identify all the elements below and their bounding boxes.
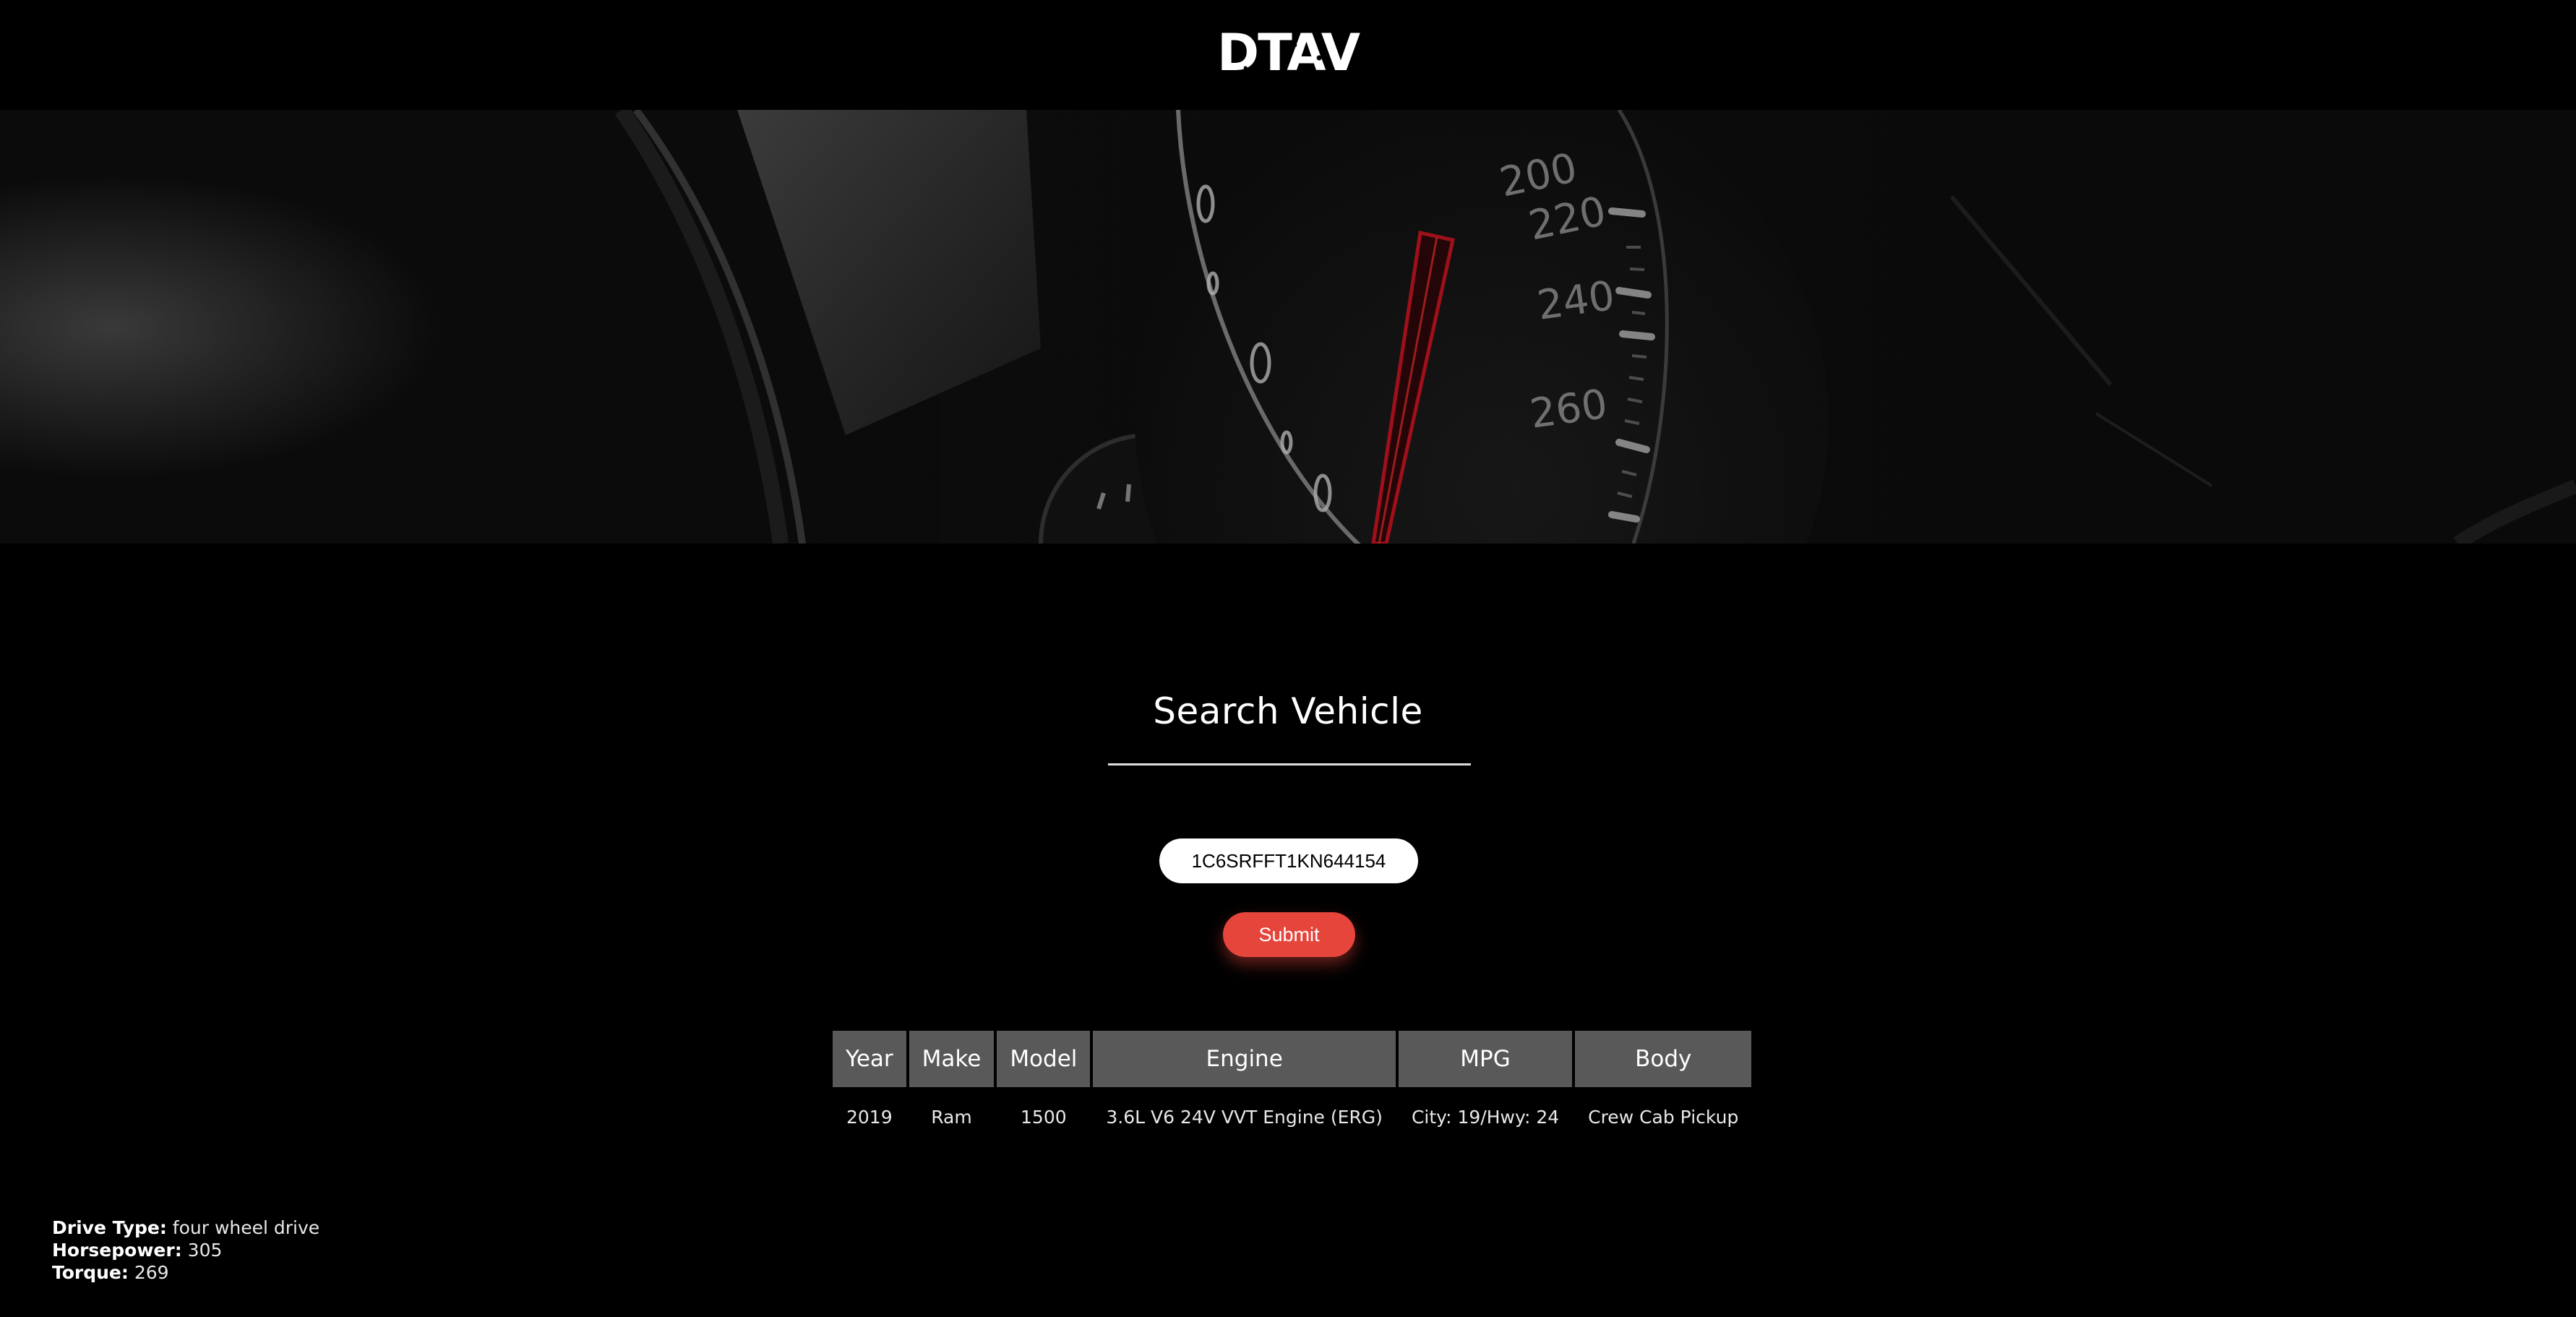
- page: DTAV 200 220 240 260 Search Vehicle 1C6S…: [0, 0, 2576, 1317]
- dashboard-speedometer-icon: 200 220 240 260: [0, 110, 2576, 544]
- hero-banner: 200 220 240 260: [0, 110, 2576, 544]
- vehicle-details: Drive Type: four wheel drive Horsepower:…: [52, 1217, 319, 1284]
- site-header: DTAV: [0, 0, 2576, 110]
- cell-mpg: City: 19/Hwy: 24: [1411, 1106, 1560, 1128]
- vin-input[interactable]: [1159, 838, 1418, 883]
- torque-label: Torque:: [52, 1262, 129, 1283]
- horsepower-value: 305: [187, 1240, 223, 1261]
- column-header-mpg: MPG: [1398, 1031, 1573, 1087]
- cell-body: Crew Cab Pickup: [1588, 1106, 1739, 1128]
- submit-button[interactable]: Submit: [1223, 912, 1355, 957]
- results-table: Year Make Model Engine MPG Body 2019 Ram…: [830, 1031, 1754, 1146]
- cell-model: 1500: [1021, 1106, 1067, 1128]
- title-divider: [1108, 763, 1471, 765]
- torque-value: 269: [134, 1262, 169, 1283]
- table-header-row: Year Make Model Engine MPG Body: [833, 1031, 1752, 1087]
- search-title: Search Vehicle: [1153, 690, 1423, 732]
- column-header-make: Make: [909, 1031, 995, 1087]
- cell-year: 2019: [846, 1106, 893, 1128]
- dtav-logo[interactable]: DTAV: [1216, 27, 1360, 78]
- drive-type-line: Drive Type: four wheel drive: [52, 1217, 319, 1239]
- column-header-body: Body: [1575, 1031, 1752, 1087]
- cell-make: Ram: [931, 1106, 972, 1128]
- column-header-engine: Engine: [1093, 1031, 1396, 1087]
- horsepower-label: Horsepower:: [52, 1240, 182, 1261]
- column-header-year: Year: [833, 1031, 906, 1087]
- torque-line: Torque: 269: [52, 1261, 319, 1284]
- table-row: 2019 Ram 1500 3.6L V6 24V VVT Engine (ER…: [833, 1087, 1751, 1146]
- cell-engine: 3.6L V6 24V VVT Engine (ERG): [1106, 1106, 1383, 1128]
- column-header-model: Model: [997, 1031, 1091, 1087]
- horsepower-line: Horsepower: 305: [52, 1239, 319, 1261]
- drive-type-label: Drive Type:: [52, 1217, 167, 1238]
- drive-type-value: four wheel drive: [172, 1217, 320, 1238]
